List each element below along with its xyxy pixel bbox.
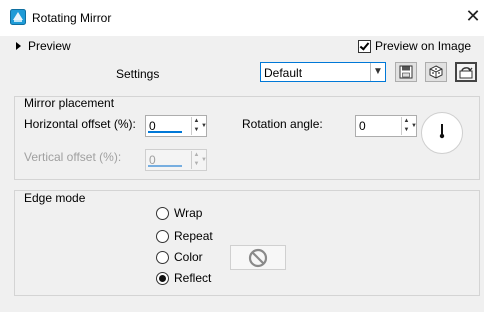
rotation-angle-field[interactable]: 0 ▲ ▼ ▼ bbox=[355, 115, 417, 137]
preview-label: Preview bbox=[28, 39, 71, 53]
randomize-icon bbox=[429, 65, 443, 79]
spin-dropdown-icon[interactable]: ▼ bbox=[411, 117, 417, 135]
checkbox-box[interactable] bbox=[358, 39, 371, 53]
vertical-offset-field: 0 ▲ ▼ ▼ bbox=[145, 149, 207, 171]
rotation-dial[interactable] bbox=[421, 112, 463, 154]
vertical-offset-label: Vertical offset (%): bbox=[24, 150, 122, 164]
color-swatch-button[interactable] bbox=[230, 245, 286, 270]
reset-button[interactable] bbox=[455, 62, 477, 82]
spin-dropdown-icon[interactable]: ▼ bbox=[201, 117, 207, 135]
mirror-placement-title: Mirror placement bbox=[24, 96, 115, 110]
reset-icon bbox=[459, 67, 473, 79]
spin-dropdown-icon: ▼ bbox=[201, 157, 207, 163]
settings-label: Settings bbox=[116, 67, 160, 81]
checkmark-icon bbox=[359, 39, 370, 51]
dial-needle-icon bbox=[439, 124, 445, 139]
chevron-down-icon[interactable]: ▼ bbox=[370, 63, 385, 81]
app-icon bbox=[10, 9, 26, 25]
field-underline bbox=[148, 165, 182, 167]
horizontal-offset-label: Horizontal offset (%): bbox=[24, 117, 136, 131]
preview-on-image-checkbox[interactable]: Preview on Image bbox=[358, 38, 471, 54]
radio-label: Color bbox=[174, 250, 203, 264]
no-color-icon bbox=[248, 248, 268, 267]
radio-button[interactable] bbox=[156, 250, 169, 264]
rotation-angle-value[interactable]: 0 bbox=[359, 119, 395, 133]
close-icon[interactable]: ✕ bbox=[464, 7, 482, 25]
radio-button[interactable] bbox=[156, 271, 169, 285]
window-title: Rotating Mirror bbox=[32, 11, 112, 25]
preset-value: Default bbox=[264, 66, 303, 80]
randomize-button[interactable] bbox=[425, 62, 447, 82]
spin-updown-icon[interactable]: ▲ ▼ bbox=[401, 117, 411, 135]
radio-label: Reflect bbox=[174, 271, 212, 285]
preview-on-image-label: Preview on Image bbox=[375, 39, 472, 53]
radio-label: Wrap bbox=[174, 206, 203, 220]
expand-arrow-icon bbox=[16, 42, 21, 50]
spin-updown-icon[interactable]: ▲ ▼ bbox=[191, 117, 201, 135]
edge-mode-group bbox=[14, 190, 480, 296]
rotation-angle-label: Rotation angle: bbox=[242, 117, 323, 131]
preset-select[interactable]: Default ▼ bbox=[260, 62, 386, 82]
preview-toggle[interactable]: Preview bbox=[16, 38, 71, 54]
radio-button[interactable] bbox=[156, 206, 169, 220]
radio-color[interactable]: Color bbox=[156, 249, 203, 265]
radio-label: Repeat bbox=[174, 229, 213, 243]
spin-updown-icon: ▲ ▼ bbox=[191, 151, 201, 169]
radio-button[interactable] bbox=[156, 229, 169, 243]
edge-mode-title: Edge mode bbox=[24, 191, 86, 205]
radio-repeat[interactable]: Repeat bbox=[156, 228, 213, 244]
field-underline bbox=[148, 131, 182, 133]
radio-wrap[interactable]: Wrap bbox=[156, 205, 202, 221]
radio-reflect[interactable]: Reflect bbox=[156, 270, 211, 286]
save-preset-icon bbox=[399, 65, 413, 79]
save-preset-button[interactable] bbox=[395, 62, 417, 82]
horizontal-offset-field[interactable]: 0 ▲ ▼ ▼ bbox=[145, 115, 207, 137]
